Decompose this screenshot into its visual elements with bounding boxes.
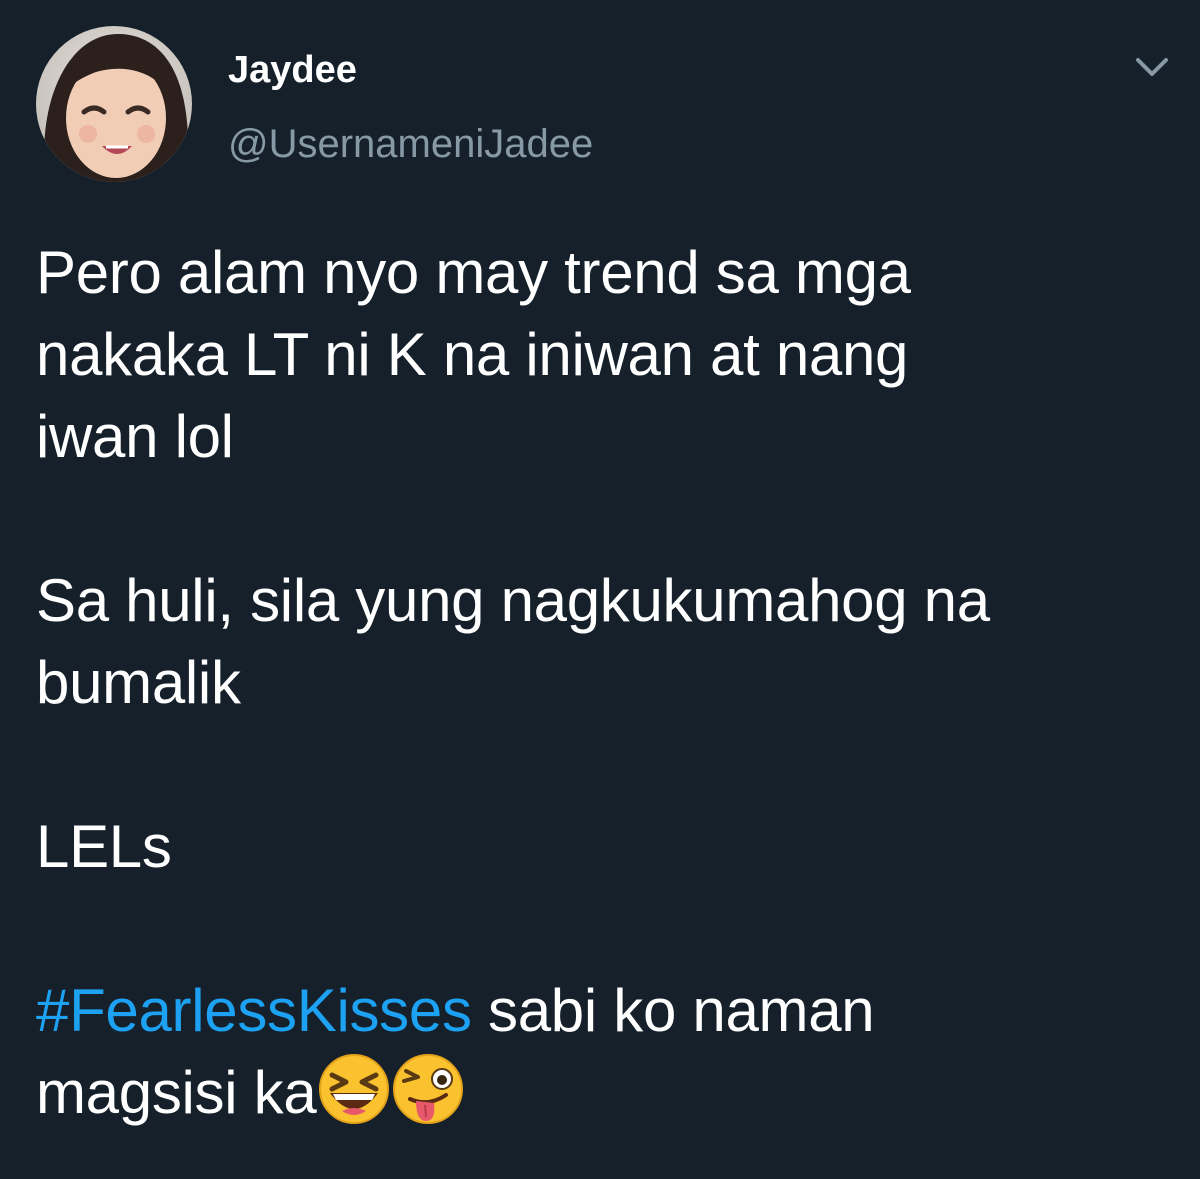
tweet-paragraph: #FearlessKisses sabi ko naman magsisi ka — [36, 970, 1166, 1134]
hashtag-link[interactable]: #FearlessKisses — [36, 977, 472, 1044]
text-segment: sabi ko naman — [471, 977, 875, 1044]
text-line: Sa huli, sila yung nagkukumahog na — [36, 567, 990, 634]
text-line: LELs — [36, 813, 172, 880]
text-line: bumalik — [36, 649, 241, 716]
winking-face-with-tongue-icon — [392, 1053, 464, 1125]
chevron-down-icon[interactable] — [1128, 48, 1176, 88]
username-handle[interactable]: @UsernameniJadee — [228, 120, 593, 168]
tweet-card: Jaydee @UsernameniJadee Pero alam nyo ma… — [0, 0, 1200, 1179]
tweet-paragraph: Sa huli, sila yung nagkukumahog na bumal… — [36, 560, 1166, 724]
profile-photo-icon — [36, 26, 192, 182]
display-name[interactable]: Jaydee — [228, 48, 357, 92]
text-line: iwan lol — [36, 403, 234, 470]
tweet-paragraph: LELs — [36, 806, 1166, 888]
laughing-squinting-face-icon — [318, 1053, 390, 1125]
text-line: magsisi ka — [36, 1052, 1166, 1134]
text-line: Pero alam nyo may trend sa mga — [36, 239, 911, 306]
text-line: #FearlessKisses sabi ko naman — [36, 970, 1166, 1052]
text-line: nakaka LT ni K na iniwan at nang — [36, 321, 909, 388]
text-segment: magsisi ka — [36, 1059, 317, 1126]
avatar[interactable] — [36, 26, 192, 182]
tweet-paragraph: Pero alam nyo may trend sa mga nakaka LT… — [36, 232, 1166, 478]
tweet-text: Pero alam nyo may trend sa mga nakaka LT… — [36, 232, 1166, 1134]
